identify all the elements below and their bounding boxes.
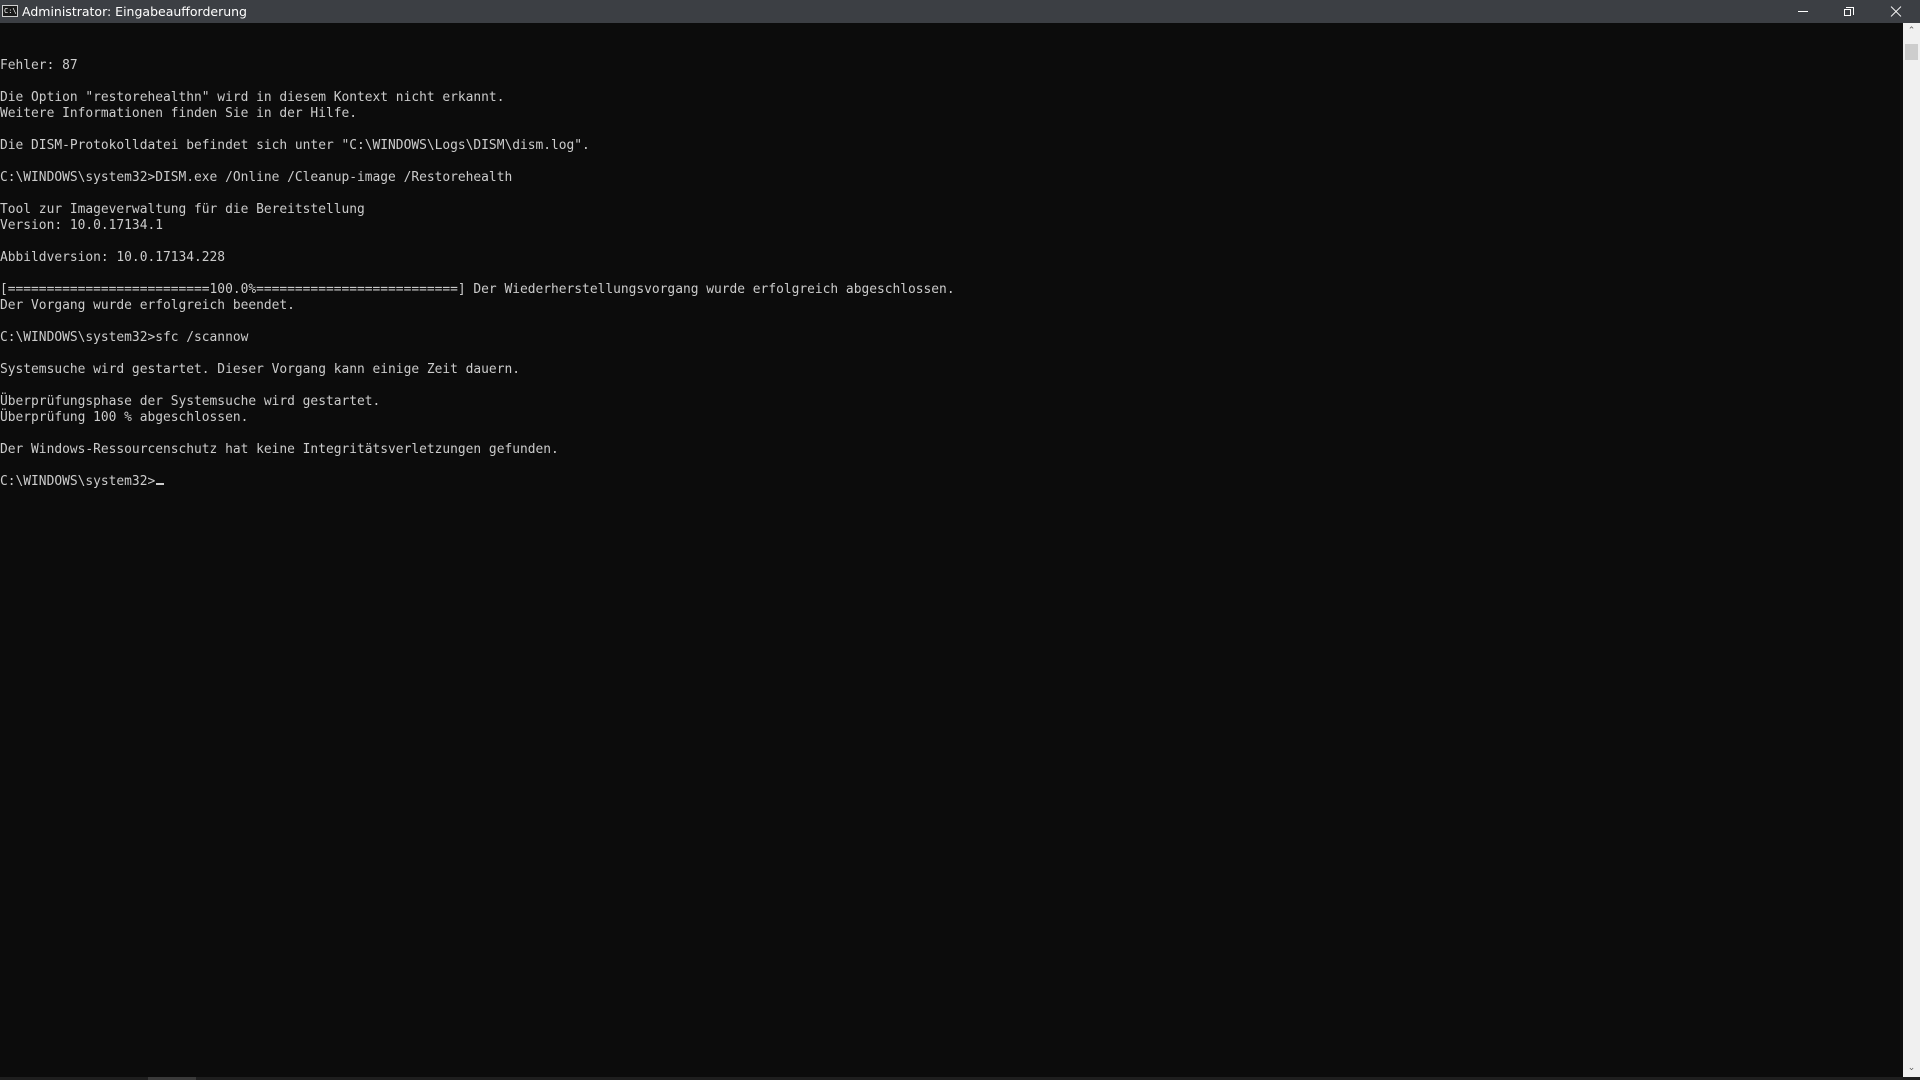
console-line: Die Option "restorehealthn" wird in dies… bbox=[0, 90, 505, 105]
console-line: Fehler: 87 bbox=[0, 58, 78, 73]
cmd-app-icon[interactable]: C:\. bbox=[2, 5, 18, 17]
console-line: Überprüfungsphase der Systemsuche wird g… bbox=[0, 394, 381, 409]
console-line: Überprüfung 100 % abgeschlossen. bbox=[0, 410, 249, 425]
title-bar[interactable]: C:\. Administrator: Eingabeaufforderung bbox=[0, 0, 1920, 23]
console-line: Abbildversion: 10.0.17134.228 bbox=[0, 250, 226, 265]
minimize-icon bbox=[1798, 11, 1808, 12]
vertical-scrollbar[interactable]: ⌃ ⌄ bbox=[1903, 23, 1920, 1077]
console-line: Weitere Informationen finden Sie in der … bbox=[0, 106, 357, 121]
scroll-up-arrow-icon[interactable]: ⌃ bbox=[1903, 23, 1920, 40]
console-line: Systemsuche wird gestartet. Dieser Vorga… bbox=[0, 362, 520, 377]
console-window: C:\. Administrator: Eingabeaufforderung … bbox=[0, 0, 1920, 1080]
close-icon bbox=[1890, 6, 1901, 17]
console-line: Der Vorgang wurde erfolgreich beendet. bbox=[0, 298, 295, 313]
console-output[interactable]: Fehler: 87 Die Option "restorehealthn" wi… bbox=[0, 23, 1903, 1077]
console-line: C:\WINDOWS\system32>sfc /scannow bbox=[0, 330, 249, 345]
window-title: Administrator: Eingabeaufforderung bbox=[22, 4, 247, 19]
console-prompt-line: C:\WINDOWS\system32> bbox=[0, 474, 165, 490]
close-button[interactable] bbox=[1872, 0, 1918, 23]
console-line: Version: 10.0.17134.1 bbox=[0, 218, 163, 233]
scroll-thumb[interactable] bbox=[1905, 44, 1918, 60]
console-line: [==========================100.0%=======… bbox=[0, 282, 955, 297]
scroll-down-arrow-icon[interactable]: ⌄ bbox=[1903, 1060, 1920, 1077]
console-line: Die DISM-Protokolldatei befindet sich un… bbox=[0, 138, 590, 153]
console-line: Der Windows-Ressourcenschutz hat keine I… bbox=[0, 442, 559, 457]
minimize-button[interactable] bbox=[1780, 0, 1826, 23]
text-cursor bbox=[156, 483, 165, 485]
restore-icon bbox=[1844, 6, 1854, 17]
console-line: Tool zur Imageverwaltung für die Bereits… bbox=[0, 202, 365, 217]
console-line: C:\WINDOWS\system32>DISM.exe /Online /Cl… bbox=[0, 170, 513, 185]
restore-button[interactable] bbox=[1826, 0, 1872, 23]
